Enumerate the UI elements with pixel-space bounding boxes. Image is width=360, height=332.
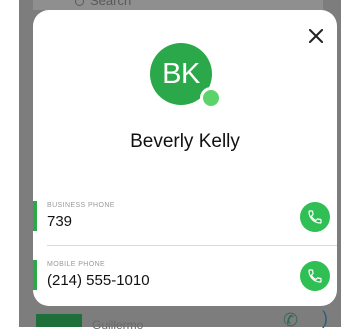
background-search-placeholder: Search bbox=[90, 0, 132, 8]
contact-card-modal: BK Beverly Kelly BUSINESS PHONE 739 MOBI… bbox=[33, 10, 337, 306]
background-list-item-text: Guillermo bbox=[92, 318, 144, 332]
mobile-phone-row: MOBILE PHONE (214) 555-1010 bbox=[33, 260, 337, 291]
background-search-bar: Search bbox=[33, 0, 323, 10]
business-phone-label: BUSINESS PHONE bbox=[47, 202, 115, 209]
mobile-phone-value: (214) 555-1010 bbox=[47, 272, 150, 289]
search-icon bbox=[75, 0, 84, 6]
row-accent-bar bbox=[33, 260, 37, 290]
avatar-initials: BK bbox=[162, 57, 200, 90]
business-phone-row: BUSINESS PHONE 739 bbox=[33, 201, 337, 232]
call-mobile-phone-button[interactable] bbox=[300, 261, 330, 291]
phone-icon bbox=[308, 210, 322, 224]
row-divider bbox=[47, 245, 337, 246]
row-accent-bar bbox=[33, 201, 37, 231]
call-business-phone-button[interactable] bbox=[300, 202, 330, 232]
contact-name: Beverly Kelly bbox=[130, 131, 240, 152]
background-list-thumbnail bbox=[36, 314, 82, 327]
close-button[interactable] bbox=[305, 25, 327, 47]
close-icon bbox=[309, 29, 323, 43]
business-phone-value: 739 bbox=[47, 213, 73, 230]
background-phone-icon: ✆ bbox=[283, 310, 299, 330]
mobile-phone-label: MOBILE PHONE bbox=[47, 261, 106, 268]
presence-indicator bbox=[200, 87, 222, 109]
background-signal-icon: ) bbox=[322, 308, 328, 328]
phone-icon bbox=[308, 269, 322, 283]
